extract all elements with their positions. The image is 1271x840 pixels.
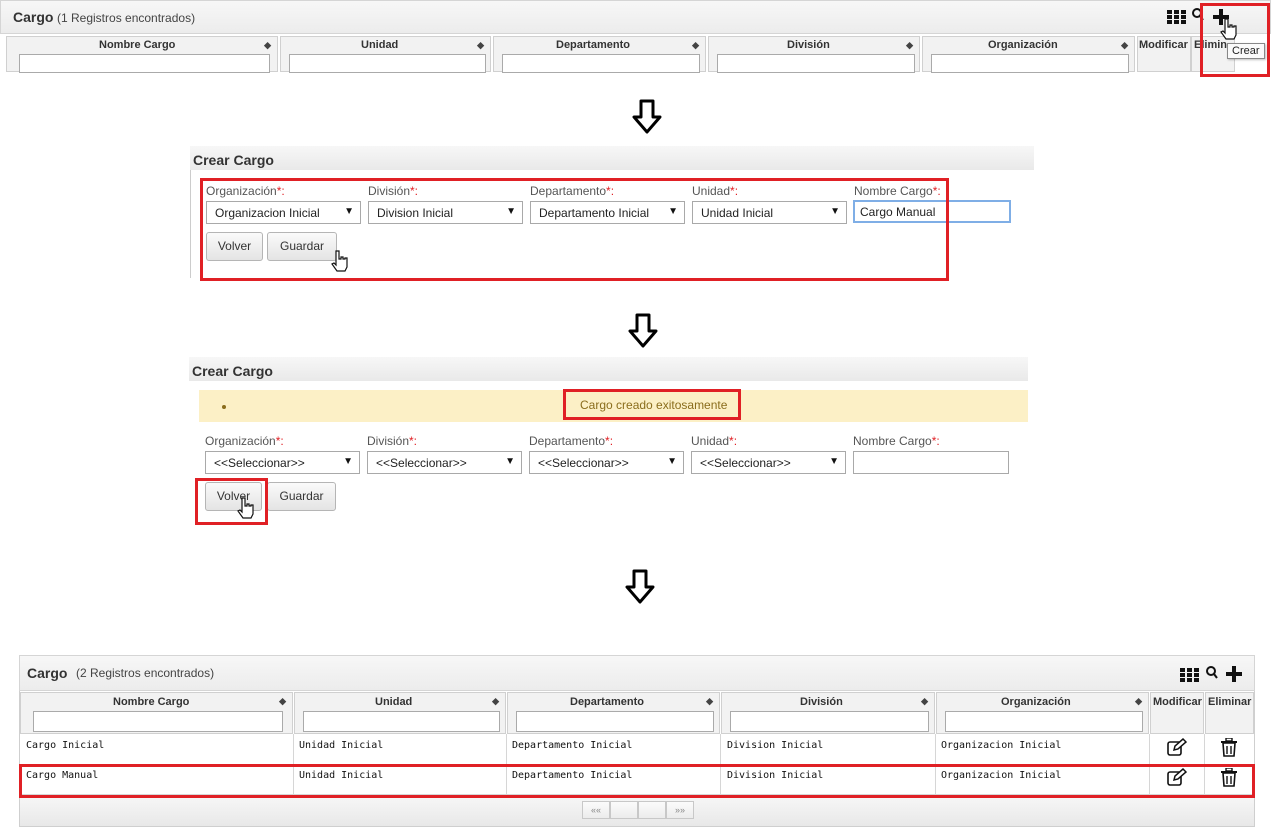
form2-title: Crear Cargo	[189, 357, 1028, 381]
pager-first-button[interactable]: ««	[582, 801, 610, 819]
select-division[interactable]: <<Seleccionar>> ▼	[367, 451, 522, 474]
column-header-division[interactable]: División ◆	[721, 692, 935, 734]
hand-cursor-icon	[1220, 18, 1238, 43]
filter-input-departamento[interactable]	[502, 54, 700, 73]
sort-icon[interactable]: ◆	[477, 40, 484, 51]
message-bullet	[222, 405, 226, 409]
filter-input-nombre[interactable]	[33, 711, 283, 732]
caret-down-icon: ▼	[343, 456, 353, 467]
column-label: Eliminar	[1208, 696, 1252, 708]
filter-input-unidad[interactable]	[303, 711, 500, 732]
edit-icon[interactable]	[1167, 737, 1188, 759]
select-departamento[interactable]: <<Seleccionar>> ▼	[529, 451, 684, 474]
column-label: Nombre Cargo	[113, 696, 190, 708]
column-header-departamento[interactable]: Departamento ◆	[507, 692, 720, 734]
column-label: Modificar	[1139, 39, 1188, 51]
pager-prev-button[interactable]	[610, 801, 638, 819]
down-arrow-icon	[627, 313, 659, 352]
column-label: Unidad	[361, 39, 399, 51]
pager-next-button[interactable]	[638, 801, 666, 819]
form1-left-border	[190, 170, 191, 278]
column-label: División	[800, 696, 843, 708]
caret-down-icon: ▼	[505, 456, 515, 467]
column-label: Nombre Cargo	[99, 39, 176, 51]
label-departamento: Departamento*:	[529, 434, 614, 448]
cell-nombre: Cargo Inicial	[26, 740, 105, 751]
column-header-organizacion[interactable]: Organización ◆	[936, 692, 1149, 734]
filter-input-organizacion[interactable]	[931, 54, 1129, 73]
caret-down-icon: ▼	[667, 456, 677, 467]
down-arrow-icon	[631, 99, 663, 138]
column-label: Departamento	[570, 696, 644, 708]
sort-icon[interactable]: ◆	[706, 696, 713, 707]
filter-input-departamento[interactable]	[516, 711, 714, 732]
filter-input-division[interactable]	[717, 54, 915, 73]
cell-departamento: Departamento Inicial	[512, 740, 633, 751]
column-header-unidad[interactable]: Unidad ◆	[294, 692, 506, 734]
grid-title: Cargo	[27, 665, 68, 681]
sort-icon[interactable]: ◆	[921, 696, 928, 707]
column-header-division[interactable]: División ◆	[708, 36, 920, 73]
columns-grid-icon[interactable]	[1180, 668, 1200, 685]
sort-icon[interactable]: ◆	[264, 40, 271, 51]
column-label: Organización	[988, 39, 1058, 51]
sort-icon[interactable]: ◆	[1121, 40, 1128, 51]
column-header-modificar: Modificar	[1137, 36, 1191, 72]
filter-input-unidad[interactable]	[289, 54, 486, 73]
column-label: Organización	[1001, 696, 1071, 708]
highlight-new-row	[19, 764, 1255, 798]
column-label: Unidad	[375, 696, 413, 708]
filter-input-division[interactable]	[730, 711, 929, 732]
trash-icon[interactable]	[1221, 737, 1237, 760]
cell-unidad: Unidad Inicial	[299, 740, 384, 751]
column-header-nombre[interactable]: Nombre Cargo ◆	[6, 36, 278, 73]
column-header-modificar: Modificar	[1150, 692, 1204, 734]
label-organizacion: Organización*:	[205, 434, 284, 448]
label-division: División*:	[367, 434, 418, 448]
cell-organizacion: Organizacion Inicial	[941, 740, 1062, 751]
highlight-volver	[195, 478, 268, 525]
sort-icon[interactable]: ◆	[1135, 696, 1142, 707]
grid-bottom-header: Cargo (2 Registros encontrados)	[19, 655, 1255, 691]
column-header-organizacion[interactable]: Organización ◆	[922, 36, 1135, 73]
plus-icon[interactable]	[1226, 666, 1242, 685]
column-header-eliminar: Eliminar	[1205, 692, 1254, 734]
grid-record-count: (1 Registros encontrados)	[57, 11, 196, 25]
label-nombre-cargo: Nombre Cargo*:	[853, 434, 940, 448]
down-arrow-icon	[624, 569, 656, 608]
grid-title: Cargo	[13, 9, 54, 25]
highlight-message	[563, 389, 741, 420]
form1-title: Crear Cargo	[190, 146, 1034, 170]
guardar-button[interactable]: Guardar	[267, 482, 336, 511]
column-header-nombre[interactable]: Nombre Cargo ◆	[20, 692, 293, 734]
hand-cursor-icon	[237, 497, 255, 522]
tooltip-crear: Crear	[1227, 43, 1265, 59]
search-icon[interactable]	[1206, 666, 1218, 683]
grid-top-header: Cargo (1 Registros encontrados)	[0, 0, 1271, 34]
sort-icon[interactable]: ◆	[492, 696, 499, 707]
column-header-departamento[interactable]: Departamento ◆	[493, 36, 706, 73]
caret-down-icon: ▼	[829, 456, 839, 467]
column-label: Modificar	[1153, 696, 1202, 708]
sort-icon[interactable]: ◆	[279, 696, 286, 707]
column-header-unidad[interactable]: Unidad ◆	[280, 36, 491, 73]
select-organizacion[interactable]: <<Seleccionar>> ▼	[205, 451, 360, 474]
column-label: Departamento	[556, 39, 630, 51]
columns-grid-icon[interactable]	[1167, 10, 1187, 27]
label-unidad: Unidad*:	[691, 434, 738, 448]
filter-input-organizacion[interactable]	[945, 711, 1143, 732]
sort-icon[interactable]: ◆	[692, 40, 699, 51]
sort-icon[interactable]: ◆	[906, 40, 913, 51]
input-nombre-cargo[interactable]	[853, 451, 1009, 474]
cell-division: Division Inicial	[727, 740, 824, 751]
pager-last-button[interactable]: »»	[666, 801, 694, 819]
grid-record-count: (2 Registros encontrados)	[76, 666, 215, 680]
select-unidad[interactable]: <<Seleccionar>> ▼	[691, 451, 846, 474]
column-label: División	[787, 39, 830, 51]
highlight-form1	[200, 178, 949, 281]
filter-input-nombre[interactable]	[19, 54, 270, 73]
